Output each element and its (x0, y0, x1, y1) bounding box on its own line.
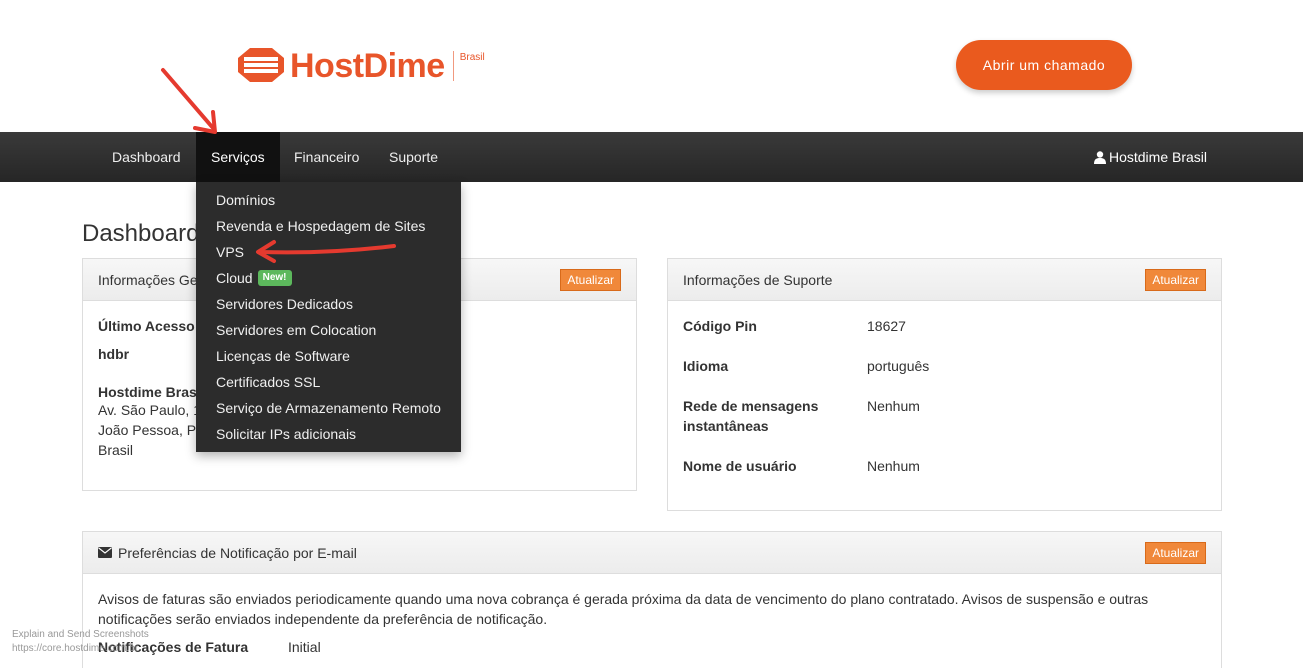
menu-item-revenda[interactable]: Revenda e Hospedagem de Sites (196, 213, 461, 239)
fatura-value[interactable]: Initial (288, 639, 321, 655)
screenshot-watermark: Explain and Send Screenshots https://cor… (12, 628, 149, 656)
support-info-panel: Informações de Suporte Atualizar Código … (667, 258, 1222, 511)
support-row-pin: Código Pin 18627 (683, 316, 1206, 356)
menu-item-dedicados[interactable]: Servidores Dedicados (196, 291, 461, 317)
hostdime-logo[interactable]: HostDime Brasil (236, 46, 485, 86)
menu-item-dominios[interactable]: Domínios (196, 187, 461, 213)
menu-item-ssl[interactable]: Certificados SSL (196, 369, 461, 395)
logo-text: HostDime (290, 47, 445, 85)
support-username-label: Nome de usuário (683, 458, 797, 474)
notification-update-button[interactable]: Atualizar (1145, 542, 1206, 564)
nav-financeiro[interactable]: Financeiro (279, 132, 374, 182)
im-value: Nenhum (867, 398, 920, 414)
support-row-language: Idioma português (683, 356, 1206, 396)
support-info-heading: Informações de Suporte Atualizar (668, 259, 1221, 301)
services-dropdown: Domínios Revenda e Hospedagem de Sites V… (196, 182, 461, 452)
support-info-body: Código Pin 18627 Idioma português Rede d… (668, 301, 1221, 511)
envelope-icon (98, 547, 112, 558)
general-info-title: Informações Ge (98, 271, 198, 288)
user-name: Hostdime Brasil (1108, 149, 1207, 165)
im-label: Rede de mensagens instantâneas (683, 398, 819, 434)
support-username-value: Nenhum (867, 458, 920, 474)
support-info-update-button[interactable]: Atualizar (1145, 269, 1206, 291)
main-navbar: Dashboard Serviços Financeiro Suporte Ho… (0, 132, 1303, 182)
support-info-title: Informações de Suporte (683, 271, 833, 288)
support-row-username: Nome de usuário Nenhum (683, 456, 1206, 496)
open-ticket-button[interactable]: Abrir um chamado (956, 40, 1132, 90)
logo-subtitle: Brasil (459, 52, 485, 63)
new-badge: New! (257, 270, 292, 286)
user-icon (1093, 150, 1106, 164)
language-label: Idioma (683, 358, 729, 374)
notification-notice: Avisos de faturas são enviados periodica… (98, 591, 1149, 627)
menu-item-ips[interactable]: Solicitar IPs adicionais (196, 421, 461, 447)
menu-item-armazenamento[interactable]: Serviço de Armazenamento Remoto (196, 395, 461, 421)
notification-panel: Preferências de Notificação por E-mail A… (82, 531, 1222, 668)
site-header: HostDime Brasil Abrir um chamado (0, 0, 1303, 132)
page-title: Dashboard (82, 220, 200, 247)
menu-item-licencas[interactable]: Licenças de Software (196, 343, 461, 369)
menu-item-cloud[interactable]: Cloud New! (196, 265, 461, 291)
support-row-im: Rede de mensagens instantâneas Nenhum (683, 396, 1206, 456)
watermark-line: Explain and Send Screenshots (12, 629, 149, 640)
user-menu[interactable]: Hostdime Brasil (1093, 132, 1207, 182)
menu-item-colocation[interactable]: Servidores em Colocation (196, 317, 461, 343)
nav-servicos[interactable]: Serviços (196, 132, 280, 182)
watermark-line: https://core.hostdime.com.br (12, 643, 139, 654)
menu-item-cloud-label: Cloud (216, 270, 253, 286)
pin-value: 18627 (867, 318, 906, 334)
notification-body: Avisos de faturas são enviados periodica… (83, 574, 1221, 668)
fatura-row: Notificações de Fatura Initial (98, 639, 1206, 655)
menu-item-vps[interactable]: VPS (196, 239, 461, 265)
nav-suporte[interactable]: Suporte (374, 132, 453, 182)
nav-dashboard[interactable]: Dashboard (97, 132, 196, 182)
logo-divider (452, 51, 454, 81)
notification-heading: Preferências de Notificação por E-mail A… (83, 532, 1221, 574)
notification-title: Preferências de Notificação por E-mail (118, 544, 357, 561)
general-info-update-button[interactable]: Atualizar (560, 269, 621, 291)
pin-label: Código Pin (683, 318, 757, 334)
language-value: português (867, 358, 930, 374)
logo-mark-icon (238, 48, 284, 82)
